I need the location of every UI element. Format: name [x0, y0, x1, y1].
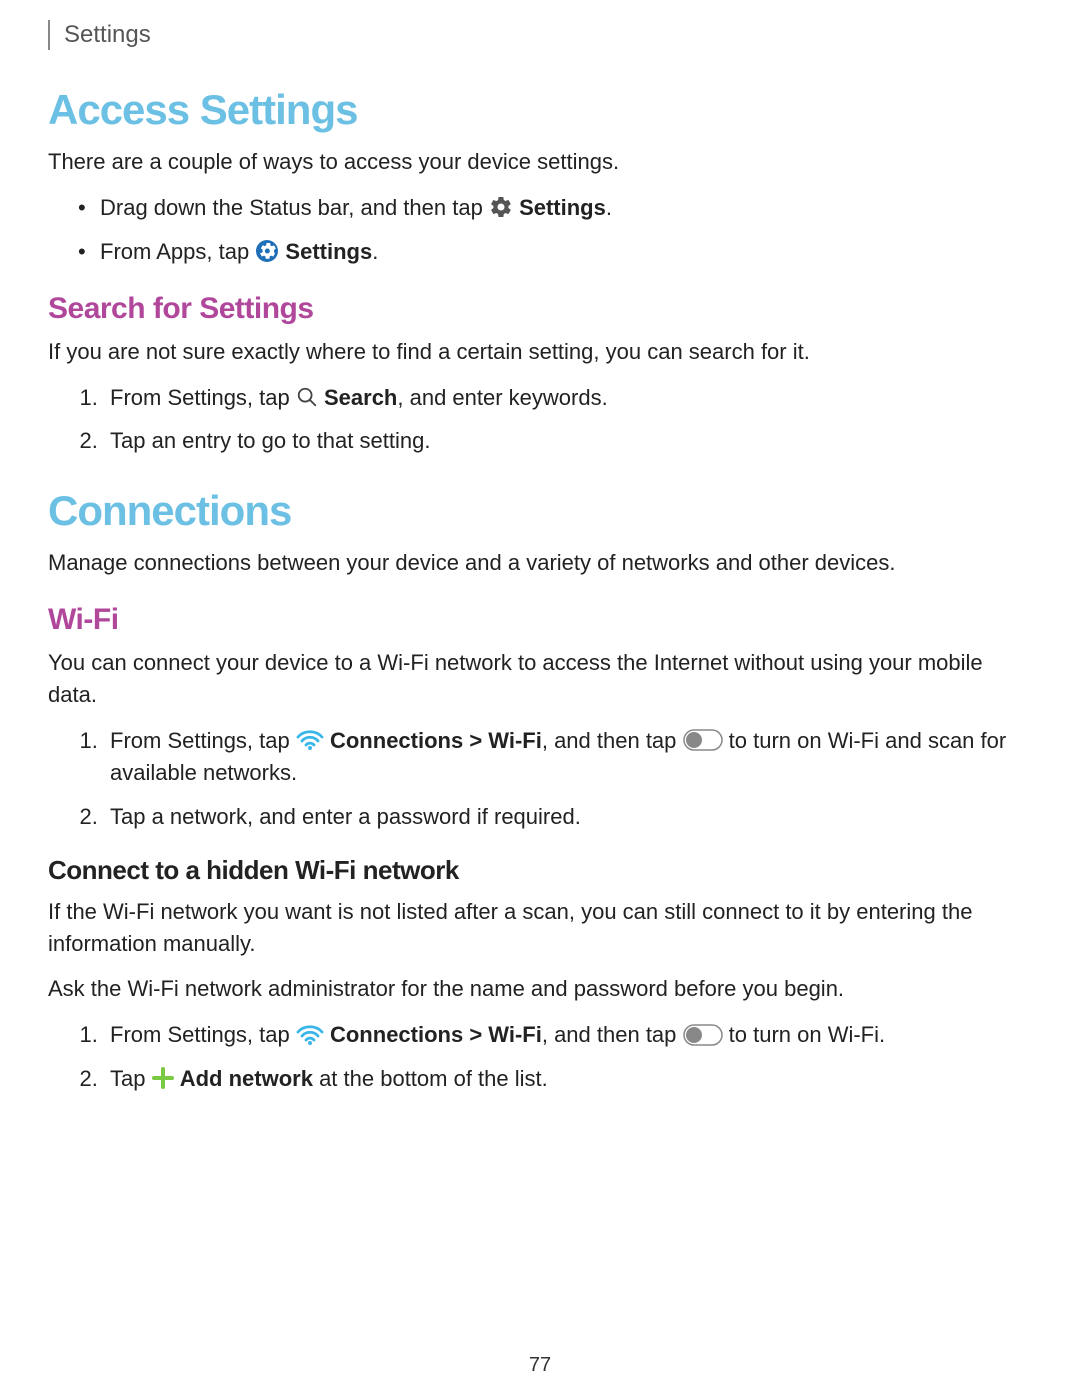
step-bold: Connections > Wi-Fi: [330, 728, 542, 753]
step-mid: , and then tap: [542, 728, 683, 753]
section-access-settings: Access Settings There are a couple of wa…: [48, 86, 1032, 457]
page-number: 77: [0, 1354, 1080, 1377]
step-wifi-2: Tap a network, and enter a password if r…: [104, 801, 1032, 833]
toggle-off-icon: [683, 1024, 723, 1046]
settings-app-icon: [255, 239, 279, 263]
bullet-post: .: [372, 239, 378, 264]
step-post: at the bottom of the list.: [313, 1066, 548, 1091]
hidden-wifi-steps: From Settings, tap Connections > Wi-Fi, …: [48, 1019, 1032, 1095]
step-text: From Settings, tap: [110, 1022, 296, 1047]
search-icon: [296, 386, 318, 408]
heading-hidden-wifi: Connect to a hidden Wi-Fi network: [48, 855, 1032, 886]
step-bold: Add network: [180, 1066, 313, 1091]
header-divider: [48, 20, 50, 50]
intro-access-settings: There are a couple of ways to access you…: [48, 146, 1032, 178]
heading-connections: Connections: [48, 487, 1032, 535]
intro-hidden-wifi: If the Wi-Fi network you want is not lis…: [48, 896, 1032, 960]
bullet-bold: Settings: [285, 239, 372, 264]
access-settings-bullets: Drag down the Status bar, and then tap S…: [48, 192, 1032, 268]
step-search-1: From Settings, tap Search, and enter key…: [104, 382, 1032, 414]
gear-icon: [489, 195, 513, 219]
note-hidden-wifi: Ask the Wi-Fi network administrator for …: [48, 973, 1032, 1005]
bullet-apps: From Apps, tap Settings.: [78, 236, 1032, 268]
step-wifi-1: From Settings, tap Connections > Wi-Fi, …: [104, 725, 1032, 789]
bullet-post: .: [606, 195, 612, 220]
bullet-text: From Apps, tap: [100, 239, 255, 264]
heading-wifi: Wi-Fi: [48, 603, 1032, 637]
intro-connections: Manage connections between your device a…: [48, 547, 1032, 579]
wifi-icon: [296, 729, 324, 751]
wifi-icon: [296, 1024, 324, 1046]
step-hidden-1: From Settings, tap Connections > Wi-Fi, …: [104, 1019, 1032, 1051]
plus-icon: [152, 1067, 174, 1089]
step-bold: Search: [324, 385, 397, 410]
step-text: Tap: [110, 1066, 152, 1091]
step-bold: Connections > Wi-Fi: [330, 1022, 542, 1047]
header-title: Settings: [64, 21, 151, 49]
bullet-statusbar: Drag down the Status bar, and then tap S…: [78, 192, 1032, 224]
step-post: , and enter keywords.: [397, 385, 607, 410]
document-page: Settings Access Settings There are a cou…: [0, 0, 1080, 1397]
bullet-bold: Settings: [519, 195, 606, 220]
step-hidden-2: Tap Add network at the bottom of the lis…: [104, 1063, 1032, 1095]
toggle-off-icon: [683, 729, 723, 751]
wifi-steps: From Settings, tap Connections > Wi-Fi, …: [48, 725, 1032, 833]
bullet-text: Drag down the Status bar, and then tap: [100, 195, 489, 220]
step-post: to turn on Wi-Fi.: [729, 1022, 885, 1047]
step-search-2: Tap an entry to go to that setting.: [104, 425, 1032, 457]
heading-search-settings: Search for Settings: [48, 292, 1032, 326]
heading-access-settings: Access Settings: [48, 86, 1032, 134]
step-text: From Settings, tap: [110, 728, 296, 753]
step-mid: , and then tap: [542, 1022, 683, 1047]
step-text: From Settings, tap: [110, 385, 296, 410]
intro-search-settings: If you are not sure exactly where to fin…: [48, 336, 1032, 368]
section-connections: Connections Manage connections between y…: [48, 487, 1032, 1095]
page-header: Settings: [48, 20, 1032, 50]
intro-wifi: You can connect your device to a Wi-Fi n…: [48, 647, 1032, 711]
search-settings-steps: From Settings, tap Search, and enter key…: [48, 382, 1032, 458]
